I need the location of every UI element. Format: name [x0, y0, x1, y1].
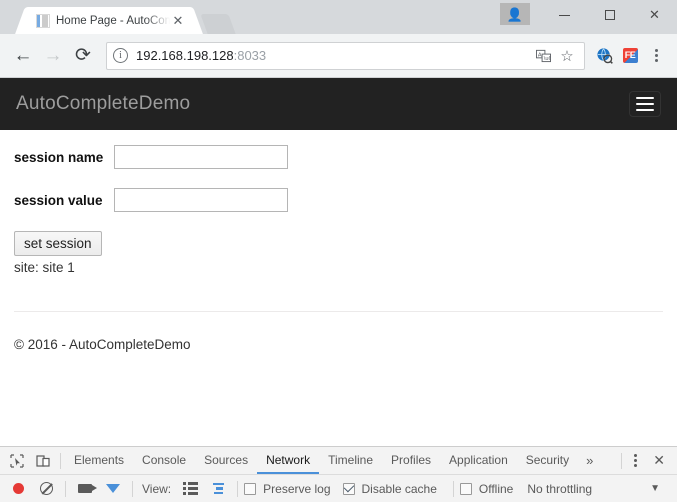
reload-button[interactable]: ⟳	[68, 41, 98, 71]
view-label: View:	[142, 481, 172, 496]
page-favicon-icon	[36, 13, 50, 28]
extension-blue-globe-icon[interactable]	[591, 43, 617, 69]
hamburger-menu-icon[interactable]	[629, 91, 661, 117]
throttling-caret-icon[interactable]: ▼	[650, 483, 660, 494]
chrome-menu-icon[interactable]	[643, 43, 669, 69]
session-name-label: session name	[14, 149, 104, 165]
network-toolbar: View: Preserve log Disable cache Offline…	[0, 475, 677, 502]
right-divider	[621, 452, 623, 469]
toolbar-divider	[60, 452, 61, 469]
url-host: 192.168.198.128	[136, 48, 234, 63]
devtools-close-icon[interactable]: ✕	[645, 452, 673, 469]
close-tab-icon[interactable]: ✕	[170, 13, 186, 29]
tab-strip: Home Page - AutoComp ✕ 👤 ✕	[0, 0, 677, 34]
disable-cache-checkbox[interactable]	[342, 482, 355, 495]
bookmark-star-icon[interactable]: ☆	[556, 45, 578, 67]
new-tab-button[interactable]	[200, 14, 236, 34]
browser-tab[interactable]: Home Page - AutoComp ✕	[28, 7, 190, 34]
clear-button[interactable]	[33, 477, 59, 501]
devtools-right-controls: ✕	[617, 452, 673, 469]
record-button[interactable]	[5, 477, 31, 501]
minimize-button[interactable]	[542, 0, 587, 30]
extension-fe-icon[interactable]: FE	[617, 43, 643, 69]
offline-label[interactable]: Offline	[479, 482, 513, 496]
profile-avatar-icon[interactable]: 👤	[500, 3, 530, 25]
capture-screenshots-icon[interactable]	[72, 477, 98, 501]
devtools-tab-application[interactable]: Application	[440, 447, 517, 474]
form-row-session-name: session name	[14, 140, 663, 174]
site-status-text: site: site 1	[14, 260, 75, 275]
devtools-tab-timeline[interactable]: Timeline	[319, 447, 382, 474]
devtools-tab-bar: Elements Console Sources Network Timelin…	[0, 447, 677, 475]
toolbar-divider-2	[132, 480, 133, 497]
set-session-button[interactable]: set session	[14, 231, 102, 256]
devtools-tab-console[interactable]: Console	[133, 447, 195, 474]
window-controls: 👤 ✕	[500, 0, 677, 30]
session-value-label: session value	[14, 192, 103, 208]
forward-button[interactable]: →	[38, 41, 68, 71]
devtools-menu-icon[interactable]	[626, 454, 645, 467]
url-text: 192.168.198.128:8033	[136, 48, 530, 63]
url-port: :8033	[233, 48, 267, 63]
list-view-icon[interactable]	[177, 477, 203, 501]
devtools-tab-sources[interactable]: Sources	[195, 447, 257, 474]
tab-title: Home Page - AutoComp	[56, 14, 170, 27]
devtools-tab-security[interactable]: Security	[517, 447, 578, 474]
disable-cache-label[interactable]: Disable cache	[362, 482, 437, 496]
web-page: AutoCompleteDemo session name session va…	[0, 78, 677, 446]
avatar-glyph: 👤	[506, 6, 524, 22]
site-brand[interactable]: AutoCompleteDemo	[16, 93, 190, 115]
toolbar-divider-1	[65, 480, 66, 497]
svg-text:\u6587: \u6587	[543, 56, 550, 62]
maximize-button[interactable]	[587, 0, 632, 30]
footer-divider	[14, 311, 663, 312]
toolbar-divider-3	[237, 480, 239, 497]
extension-fe-badge: FE	[622, 48, 638, 63]
translate-icon[interactable]: A \u6587	[532, 45, 554, 67]
offline-checkbox[interactable]	[459, 482, 472, 495]
throttling-select[interactable]: No throttling	[527, 482, 592, 496]
devtools-panel: Elements Console Sources Network Timelin…	[0, 446, 677, 502]
address-bar[interactable]: i 192.168.198.128:8033 A \u6587 ☆	[106, 41, 585, 70]
back-button[interactable]: ←	[8, 41, 38, 71]
site-info-icon[interactable]: i	[113, 48, 128, 63]
more-tabs-icon[interactable]: »	[578, 453, 601, 468]
preserve-log-label[interactable]: Preserve log	[263, 482, 330, 496]
preserve-log-checkbox[interactable]	[244, 482, 257, 495]
devtools-tab-profiles[interactable]: Profiles	[382, 447, 440, 474]
svg-text:A: A	[537, 52, 541, 58]
page-content: session name session value set session s…	[0, 130, 677, 352]
browser-window: Home Page - AutoComp ✕ 👤 ✕ ← → ⟳ i 192.1…	[0, 0, 677, 502]
waterfall-view-icon[interactable]	[205, 477, 231, 501]
toolbar-divider-4	[452, 480, 454, 497]
devtools-tab-network[interactable]: Network	[257, 447, 319, 474]
footer-copyright: © 2016 - AutoCompleteDemo	[14, 337, 191, 352]
site-navbar: AutoCompleteDemo	[0, 78, 677, 130]
session-value-input[interactable]	[114, 188, 288, 212]
close-window-button[interactable]: ✕	[632, 0, 677, 30]
browser-toolbar: ← → ⟳ i 192.168.198.128:8033 A \u6587 ☆	[0, 34, 677, 78]
device-toolbar-icon[interactable]	[30, 449, 56, 473]
session-name-input[interactable]	[114, 145, 288, 169]
devtools-tab-elements[interactable]: Elements	[65, 447, 133, 474]
filter-icon[interactable]	[100, 477, 126, 501]
form-row-session-value: session value	[14, 183, 663, 217]
inspect-element-icon[interactable]	[4, 449, 30, 473]
